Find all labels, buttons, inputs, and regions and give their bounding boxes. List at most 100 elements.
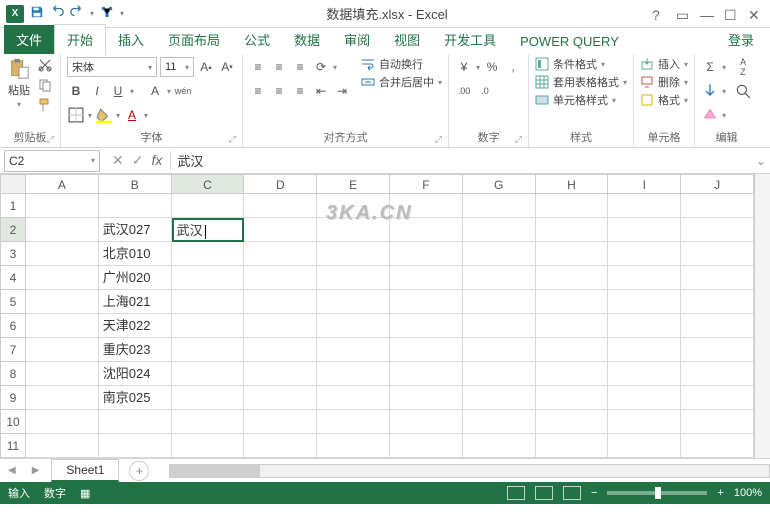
cell-C5[interactable] xyxy=(172,290,245,314)
sheet-nav-next-icon[interactable]: ▶ xyxy=(24,465,48,476)
cell-A3[interactable] xyxy=(26,242,99,266)
column-header[interactable]: G xyxy=(463,174,536,194)
cell-J6[interactable] xyxy=(681,314,754,338)
cell-I1[interactable] xyxy=(608,194,681,218)
cell-G9[interactable] xyxy=(463,386,536,410)
cancel-edit-icon[interactable]: ✕ xyxy=(112,152,124,169)
tab-view[interactable]: 视图 xyxy=(382,25,432,54)
cell-H5[interactable] xyxy=(536,290,609,314)
font-name-combo[interactable]: 宋体▾ xyxy=(67,57,157,77)
delete-cells-button[interactable]: 删除▾ xyxy=(640,74,688,90)
cell-C6[interactable] xyxy=(172,314,245,338)
row-header[interactable]: 10 xyxy=(0,410,26,434)
page-layout-view-icon[interactable] xyxy=(535,486,553,500)
cell-E2[interactable] xyxy=(317,218,390,242)
qat-more-icon[interactable]: ▾ xyxy=(120,9,124,18)
cell-E10[interactable] xyxy=(317,410,390,434)
cell-F11[interactable] xyxy=(390,434,463,458)
cell-H10[interactable] xyxy=(536,410,609,434)
cell-J9[interactable] xyxy=(681,386,754,410)
cell-B7[interactable]: 重庆023 xyxy=(99,338,172,362)
cell-I4[interactable] xyxy=(608,266,681,290)
row-header[interactable]: 7 xyxy=(0,338,26,362)
row-header[interactable]: 2 xyxy=(0,218,26,242)
dialog-launcher-icon[interactable]: ⤢ xyxy=(515,134,522,145)
cell-H4[interactable] xyxy=(536,266,609,290)
help-icon[interactable]: ? xyxy=(652,7,666,21)
cell-I11[interactable] xyxy=(608,434,681,458)
conditional-format-button[interactable]: 条件格式▾ xyxy=(535,56,627,72)
tab-review[interactable]: 审阅 xyxy=(332,25,382,54)
row-header[interactable]: 5 xyxy=(0,290,26,314)
cell-D6[interactable] xyxy=(244,314,317,338)
column-header[interactable]: E xyxy=(317,174,390,194)
tab-insert[interactable]: 插入 xyxy=(106,25,156,54)
cell-F6[interactable] xyxy=(390,314,463,338)
relationships-icon[interactable] xyxy=(100,5,114,22)
column-header[interactable]: A xyxy=(26,174,99,194)
cell-E4[interactable] xyxy=(317,266,390,290)
cell-I3[interactable] xyxy=(608,242,681,266)
cell-I9[interactable] xyxy=(608,386,681,410)
cell-I10[interactable] xyxy=(608,410,681,434)
align-center-icon[interactable]: ≡ xyxy=(270,82,288,100)
row-header[interactable]: 1 xyxy=(0,194,26,218)
insert-cells-button[interactable]: 插入▾ xyxy=(640,56,688,72)
cell-H2[interactable] xyxy=(536,218,609,242)
column-header[interactable]: D xyxy=(244,174,317,194)
cell-B1[interactable] xyxy=(99,194,172,218)
cell-J4[interactable] xyxy=(681,266,754,290)
wrap-text-button[interactable]: 自动换行 xyxy=(361,56,442,72)
increase-decimal-icon[interactable]: .00 xyxy=(455,82,473,100)
cell-C4[interactable] xyxy=(172,266,245,290)
cell-J1[interactable] xyxy=(681,194,754,218)
undo-icon[interactable] xyxy=(50,5,64,22)
cell-A8[interactable] xyxy=(26,362,99,386)
cell-G4[interactable] xyxy=(463,266,536,290)
zoom-out-icon[interactable]: − xyxy=(591,487,597,499)
ribbon-options-icon[interactable]: ▭ xyxy=(676,7,690,21)
formula-bar-expand-icon[interactable]: ⌄ xyxy=(752,154,770,168)
tab-home[interactable]: 开始 xyxy=(54,24,106,55)
cell-A9[interactable] xyxy=(26,386,99,410)
cell-F1[interactable] xyxy=(390,194,463,218)
copy-icon[interactable] xyxy=(36,76,54,94)
minimize-icon[interactable]: — xyxy=(700,7,714,21)
maximize-icon[interactable]: ☐ xyxy=(724,7,738,21)
cell-A10[interactable] xyxy=(26,410,99,434)
indent-increase-icon[interactable]: ⇥ xyxy=(333,82,351,100)
clear-icon[interactable] xyxy=(701,106,719,124)
cell-B5[interactable]: 上海021 xyxy=(99,290,172,314)
cell-A7[interactable] xyxy=(26,338,99,362)
cell-E11[interactable] xyxy=(317,434,390,458)
sheet-nav-prev-icon[interactable]: ◀ xyxy=(0,465,24,476)
cell-F5[interactable] xyxy=(390,290,463,314)
dialog-launcher-icon[interactable]: ⤢ xyxy=(47,134,54,145)
row-header[interactable]: 3 xyxy=(0,242,26,266)
italic-button[interactable]: I xyxy=(88,82,106,100)
cell-C2[interactable]: 武汉 xyxy=(172,218,245,242)
cell-J10[interactable] xyxy=(681,410,754,434)
row-header[interactable]: 9 xyxy=(0,386,26,410)
cell-B11[interactable] xyxy=(99,434,172,458)
fx-icon[interactable]: fx xyxy=(151,152,162,169)
cell-D10[interactable] xyxy=(244,410,317,434)
cell-H3[interactable] xyxy=(536,242,609,266)
cell-C7[interactable] xyxy=(172,338,245,362)
column-header[interactable]: J xyxy=(681,174,754,194)
confirm-edit-icon[interactable]: ✓ xyxy=(132,152,144,169)
cell-D4[interactable] xyxy=(244,266,317,290)
cell-J7[interactable] xyxy=(681,338,754,362)
align-bottom-icon[interactable]: ≡ xyxy=(291,58,309,76)
cell-F9[interactable] xyxy=(390,386,463,410)
cell-E1[interactable] xyxy=(317,194,390,218)
name-box[interactable]: C2▾ xyxy=(4,150,100,172)
cell-I5[interactable] xyxy=(608,290,681,314)
column-header[interactable]: H xyxy=(536,174,609,194)
cell-H7[interactable] xyxy=(536,338,609,362)
cell-F8[interactable] xyxy=(390,362,463,386)
row-header[interactable]: 4 xyxy=(0,266,26,290)
cell-G5[interactable] xyxy=(463,290,536,314)
qat-dropdown-icon[interactable]: ▾ xyxy=(90,9,94,18)
column-header[interactable]: I xyxy=(608,174,681,194)
